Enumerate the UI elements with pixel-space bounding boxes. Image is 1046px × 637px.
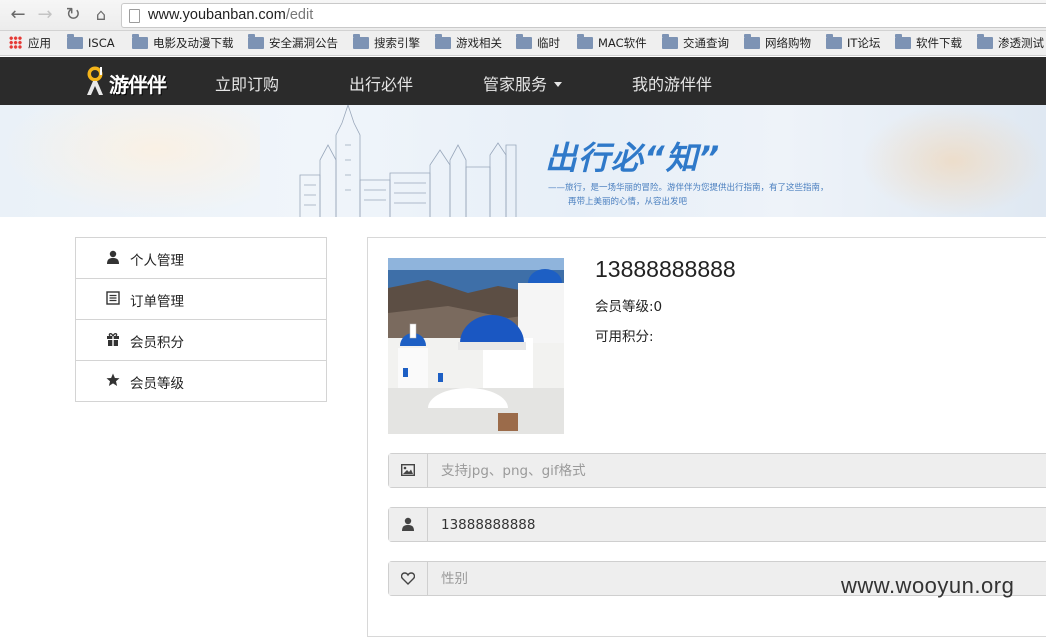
sidebar-item-label: 订单管理 — [130, 294, 184, 310]
folder-icon — [662, 34, 678, 49]
nav-butler-services[interactable]: 管家服务 — [483, 71, 563, 95]
nav-label: 出行必伴 — [349, 75, 414, 94]
folder-icon — [435, 34, 451, 49]
banner-title: 出行必“知” — [545, 139, 721, 177]
bookmark-folder[interactable]: IT论坛 — [826, 34, 881, 52]
bookmark-label: ISCA — [88, 36, 115, 50]
bookmark-label: 搜索引擎 — [374, 36, 420, 50]
back-icon[interactable]: ← — [8, 5, 28, 25]
folder-icon — [577, 34, 593, 49]
bookmark-folder[interactable]: 电影及动漫下载 — [132, 34, 234, 52]
folder-icon — [895, 34, 911, 49]
folder-icon — [353, 34, 369, 49]
bookmark-folder[interactable]: 安全漏洞公告 — [248, 34, 338, 52]
url-path: /edit — [285, 7, 314, 23]
santorini-photo-image — [388, 258, 564, 434]
watermark-text: www.wooyun.org — [841, 573, 1015, 598]
bookmark-label: 网络购物 — [765, 36, 811, 50]
avatar-upload-field — [388, 453, 1046, 488]
nav-my-account[interactable]: 我的游伴伴 — [632, 71, 712, 95]
bookmark-folder[interactable]: 交通查询 — [662, 34, 729, 52]
folder-icon — [977, 34, 993, 49]
bookmark-label: 临时 — [537, 36, 560, 50]
available-points: 可用积分: — [595, 329, 654, 345]
banner-subtitle: ——旅行，是一场华丽的冒险。游伴伴为您提供出行指南，有了这些指南， — [548, 183, 829, 193]
list-icon — [106, 291, 120, 305]
banner-decoration — [0, 105, 260, 217]
logo-mascot-icon — [87, 66, 103, 95]
star-icon — [106, 373, 120, 386]
banner-decoration — [860, 105, 1046, 217]
travel-banner: 出行必“知” ——旅行，是一场华丽的冒险。游伴伴为您提供出行指南，有了这些指南，… — [0, 105, 1046, 217]
bookmark-apps[interactable]: 应用 — [9, 35, 51, 52]
chevron-down-icon — [554, 82, 563, 87]
nav-order-now[interactable]: 立即订购 — [215, 71, 279, 95]
page-icon — [129, 9, 140, 23]
logo-text: 游伴伴 — [109, 73, 167, 97]
url-text: www.youbanban.com/edit — [148, 7, 313, 23]
bookmark-label: 安全漏洞公告 — [269, 36, 338, 50]
bookmark-folder[interactable]: 搜索引擎 — [353, 34, 420, 52]
banner-subtitle: 再带上美丽的心情，从容出发吧 — [568, 197, 688, 207]
username-field — [388, 507, 1046, 542]
bookmark-folder[interactable]: MAC软件 — [577, 34, 647, 52]
bookmark-label: 软件下载 — [916, 36, 962, 50]
user-icon — [107, 250, 119, 264]
image-icon — [401, 464, 415, 476]
folder-icon — [132, 34, 148, 49]
sidebar-item-label: 会员等级 — [130, 376, 184, 392]
bookmark-folder[interactable]: 软件下载 — [895, 34, 962, 52]
member-level: 会员等级:0 — [595, 299, 663, 315]
bookmark-label: MAC软件 — [598, 36, 647, 50]
nav-travel-essentials[interactable]: 出行必伴 — [349, 71, 413, 95]
sidebar-item-level[interactable]: 会员等级 — [76, 361, 326, 402]
avatar-upload-input[interactable] — [428, 454, 1046, 487]
field-addon — [389, 508, 428, 541]
bookmark-label: IT论坛 — [847, 36, 881, 50]
nav-label: 管家服务 — [483, 75, 548, 94]
bookmark-folder[interactable]: 渗透测试 — [977, 34, 1044, 52]
bookmarks-bar: 应用 ISCA 电影及动漫下载 安全漏洞公告 搜索引擎 游戏相关 临时 MAC软… — [0, 31, 1046, 56]
reload-icon[interactable]: ↻ — [63, 5, 83, 25]
home-icon[interactable]: ⌂ — [91, 5, 111, 25]
sidebar-item-personal[interactable]: 个人管理 — [76, 238, 326, 279]
folder-icon — [826, 34, 842, 49]
heart-icon — [401, 572, 415, 585]
bookmark-folder[interactable]: 网络购物 — [744, 34, 811, 52]
bookmark-folder[interactable]: ISCA — [67, 34, 115, 52]
bookmark-folder[interactable]: 游戏相关 — [435, 34, 502, 52]
bookmark-folder[interactable]: 临时 — [516, 34, 560, 52]
bookmark-label: 电影及动漫下载 — [153, 36, 234, 50]
avatar-photo[interactable] — [388, 258, 564, 434]
apps-grid-icon — [9, 36, 22, 49]
sidebar-item-orders[interactable]: 订单管理 — [76, 279, 326, 320]
folder-icon — [744, 34, 760, 49]
sidebar-item-label: 个人管理 — [130, 253, 184, 269]
browser-toolbar: ← → ↻ ⌂ www.youbanban.com/edit — [0, 0, 1046, 31]
sidebar-item-points[interactable]: 会员积分 — [76, 320, 326, 361]
url-host: www.youbanban.com — [148, 7, 286, 23]
field-addon — [389, 454, 428, 487]
bookmark-label: 交通查询 — [683, 36, 729, 50]
user-icon — [402, 517, 414, 531]
nav-label: 立即订购 — [215, 75, 280, 94]
gift-icon — [107, 333, 119, 346]
city-sketch-illustration — [299, 105, 517, 217]
field-addon — [389, 562, 428, 595]
bookmark-label: 游戏相关 — [456, 36, 502, 50]
nav-label: 我的游伴伴 — [632, 75, 713, 94]
account-sidebar: 个人管理 订单管理 会员积分 会员等级 — [75, 237, 327, 402]
bookmark-label: 渗透测试 — [998, 36, 1044, 50]
profile-username: 13888888888 — [595, 256, 736, 282]
site-navbar: 游伴伴 立即订购 出行必伴 管家服务 我的游伴伴 — [0, 57, 1046, 105]
folder-icon — [248, 34, 264, 49]
forward-icon[interactable]: → — [35, 5, 55, 25]
bookmark-label: 应用 — [28, 36, 51, 50]
username-input[interactable] — [428, 508, 1046, 541]
address-bar[interactable]: www.youbanban.com/edit — [121, 3, 1046, 28]
folder-icon — [67, 34, 83, 49]
sidebar-item-label: 会员积分 — [130, 335, 184, 351]
folder-icon — [516, 34, 532, 49]
